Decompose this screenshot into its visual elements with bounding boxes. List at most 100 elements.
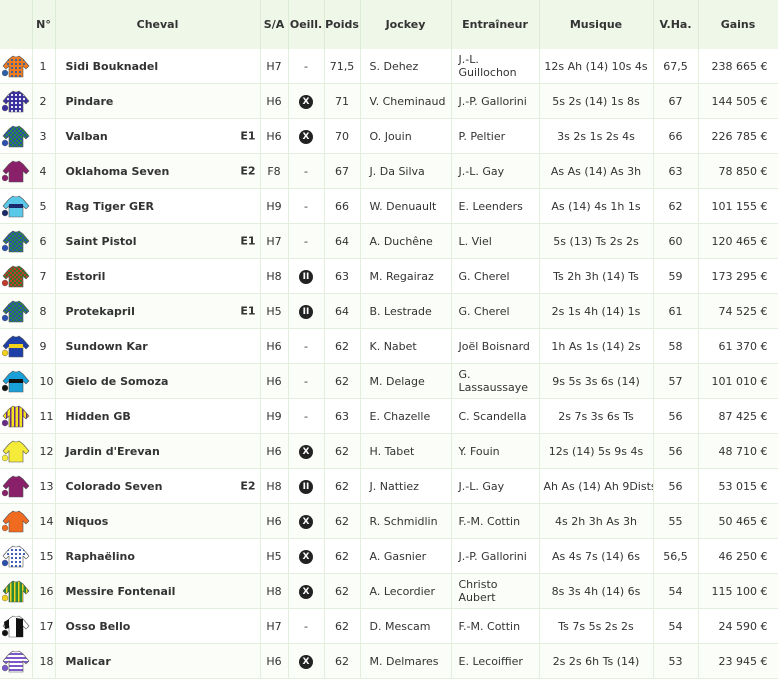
horse-name[interactable]: Estoril — [66, 270, 106, 283]
trainer-cell[interactable]: F.-M. Cottin — [451, 503, 540, 539]
trainer-cell[interactable]: Joël Boisnard — [451, 328, 540, 364]
jockey-cell[interactable]: S. Dehez — [360, 49, 452, 84]
table-row[interactable]: 7 Estoril H8 II 63 M. Regairaz G. Cherel… — [0, 258, 778, 294]
trainer-cell[interactable]: J.-L. Guillochon — [451, 49, 540, 84]
horse-name[interactable]: Malicar — [66, 655, 111, 668]
horse-cell[interactable]: Saint Pistol E1 — [55, 223, 261, 259]
horse-name[interactable]: Gielo de Somoza — [66, 375, 169, 388]
horse-name[interactable]: Protekapril — [66, 305, 135, 318]
trainer-cell[interactable]: Y. Fouin — [451, 433, 540, 469]
trainer-cell[interactable]: G. Lassaussaye — [451, 363, 540, 399]
horse-name[interactable]: Sundown Kar — [66, 340, 148, 353]
horse-cell[interactable]: Protekapril E1 — [55, 293, 261, 329]
trainer-cell[interactable]: E. Lecoiffier — [451, 643, 540, 679]
trainer-cell[interactable]: J.-P. Gallorini — [451, 538, 540, 574]
horse-name[interactable]: Messire Fontenail — [66, 585, 176, 598]
horse-cell[interactable]: Niquos — [55, 503, 261, 539]
jockey-cell[interactable]: J. Nattiez — [360, 468, 452, 504]
jockey-cell[interactable]: J. Da Silva — [360, 153, 452, 189]
jockey-cell[interactable]: K. Nabet — [360, 328, 452, 364]
jockey-cell[interactable]: D. Mescam — [360, 608, 452, 644]
table-row[interactable]: 8 Protekapril E1 H5 II 64 B. Lestrade G. … — [0, 293, 778, 329]
horse-name[interactable]: Jardin d'Erevan — [66, 445, 160, 458]
table-row[interactable]: 4 Oklahoma Seven E2 F8 - 67 J. Da Silva J… — [0, 153, 778, 189]
horse-cell[interactable]: Gielo de Somoza — [55, 363, 261, 399]
horse-cell[interactable]: Sundown Kar — [55, 328, 261, 364]
poids-header[interactable]: Poids — [324, 0, 361, 49]
horse-cell[interactable]: Osso Bello — [55, 608, 261, 644]
table-row[interactable]: 10 Gielo de Somoza H6 - 62 M. Delage G. … — [0, 363, 778, 399]
jockey-cell[interactable]: H. Tabet — [360, 433, 452, 469]
table-row[interactable]: 9 Sundown Kar H6 - 62 K. Nabet Joël Bois… — [0, 328, 778, 364]
jockey-cell[interactable]: A. Duchêne — [360, 223, 452, 259]
table-row[interactable]: 3 Valban E1 H6 X 70 O. Jouin P. Peltier 3… — [0, 118, 778, 154]
table-row[interactable]: 13 Colorado Seven E2 H8 II 62 J. Nattiez … — [0, 468, 778, 504]
sa-header[interactable]: S/A — [260, 0, 289, 49]
horse-name[interactable]: Colorado Seven — [66, 480, 163, 493]
horse-name[interactable]: Saint Pistol — [66, 235, 137, 248]
horse-name[interactable]: Raphaëlino — [66, 550, 135, 563]
oeil-header[interactable]: Oeill. — [288, 0, 325, 49]
table-row[interactable]: 6 Saint Pistol E1 H7 - 64 A. Duchêne L. V… — [0, 223, 778, 259]
horse-cell[interactable]: Estoril — [55, 258, 261, 294]
table-row[interactable]: 14 Niquos H6 X 62 R. Schmidlin F.-M. Cot… — [0, 503, 778, 539]
table-row[interactable]: 16 Messire Fontenail H8 X 62 A. Lecordie… — [0, 573, 778, 609]
jockey-cell[interactable]: R. Schmidlin — [360, 503, 452, 539]
gains-header[interactable]: Gains — [698, 0, 778, 49]
horse-name[interactable]: Oklahoma Seven — [66, 165, 170, 178]
table-row[interactable]: 15 Raphaëlino H5 X 62 A. Gasnier J.-P. G… — [0, 538, 778, 574]
horse-name[interactable]: Niquos — [66, 515, 109, 528]
trainer-cell[interactable]: J.-L. Gay — [451, 153, 540, 189]
horse-cell[interactable]: Oklahoma Seven E2 — [55, 153, 261, 189]
jockey-cell[interactable]: M. Delmares — [360, 643, 452, 679]
horse-cell[interactable]: Colorado Seven E2 — [55, 468, 261, 504]
horse-header[interactable]: Cheval — [55, 0, 261, 49]
trainer-cell[interactable]: G. Cherel — [451, 258, 540, 294]
jockey-cell[interactable]: M. Regairaz — [360, 258, 452, 294]
table-row[interactable]: 17 Osso Bello H7 - 62 D. Mescam F.-M. Co… — [0, 608, 778, 644]
trainer-cell[interactable]: G. Cherel — [451, 293, 540, 329]
horse-name[interactable]: Osso Bello — [66, 620, 131, 633]
table-row[interactable]: 18 Malicar H6 X 62 M. Delmares E. Lecoif… — [0, 643, 778, 679]
trainer-cell[interactable]: F.-M. Cottin — [451, 608, 540, 644]
horse-cell[interactable]: Rag Tiger GER — [55, 188, 261, 224]
horse-name[interactable]: Pindare — [66, 95, 114, 108]
trainer-cell[interactable]: Christo Aubert — [451, 573, 540, 609]
table-row[interactable]: 12 Jardin d'Erevan H6 X 62 H. Tabet Y. F… — [0, 433, 778, 469]
jockey-cell[interactable]: A. Gasnier — [360, 538, 452, 574]
horse-cell[interactable]: Malicar — [55, 643, 261, 679]
horse-name[interactable]: Rag Tiger GER — [66, 200, 154, 213]
table-row[interactable]: 1 Sidi Bouknadel H7 - 71,5 S. Dehez J.-L… — [0, 49, 778, 84]
trainer-cell[interactable]: J.-L. Gay — [451, 468, 540, 504]
table-row[interactable]: 2 Pindare H6 X 71 V. Cheminaud J.-P. Gal… — [0, 83, 778, 119]
jockey-cell[interactable]: M. Delage — [360, 363, 452, 399]
trainer-cell[interactable]: L. Viel — [451, 223, 540, 259]
jockey-cell[interactable]: W. Denuault — [360, 188, 452, 224]
trainer-cell[interactable]: C. Scandella — [451, 398, 540, 434]
trainer-header[interactable]: Entraîneur — [451, 0, 540, 49]
horse-cell[interactable]: Valban E1 — [55, 118, 261, 154]
horse-cell[interactable]: Hidden GB — [55, 398, 261, 434]
horse-cell[interactable]: Jardin d'Erevan — [55, 433, 261, 469]
horse-cell[interactable]: Sidi Bouknadel — [55, 49, 261, 84]
music-header[interactable]: Musique — [539, 0, 654, 49]
horse-cell[interactable]: Raphaëlino — [55, 538, 261, 574]
jockey-cell[interactable]: V. Cheminaud — [360, 83, 452, 119]
jockey-cell[interactable]: A. Lecordier — [360, 573, 452, 609]
num-header[interactable]: N° — [32, 0, 56, 49]
trainer-cell[interactable]: P. Peltier — [451, 118, 540, 154]
jockey-cell[interactable]: B. Lestrade — [360, 293, 452, 329]
vha-header[interactable]: V.Ha. — [653, 0, 699, 49]
trainer-cell[interactable]: J.-P. Gallorini — [451, 83, 540, 119]
table-row[interactable]: 5 Rag Tiger GER H9 - 66 W. Denuault E. L… — [0, 188, 778, 224]
table-row[interactable]: 11 Hidden GB H9 - 63 E. Chazelle C. Scan… — [0, 398, 778, 434]
jockey-header[interactable]: Jockey — [360, 0, 452, 49]
horse-name[interactable]: Sidi Bouknadel — [66, 60, 159, 73]
jockey-cell[interactable]: O. Jouin — [360, 118, 452, 154]
horse-name[interactable]: Valban — [66, 130, 108, 143]
horse-cell[interactable]: Pindare — [55, 83, 261, 119]
horse-name[interactable]: Hidden GB — [66, 410, 131, 423]
jockey-cell[interactable]: E. Chazelle — [360, 398, 452, 434]
horse-cell[interactable]: Messire Fontenail — [55, 573, 261, 609]
trainer-cell[interactable]: E. Leenders — [451, 188, 540, 224]
